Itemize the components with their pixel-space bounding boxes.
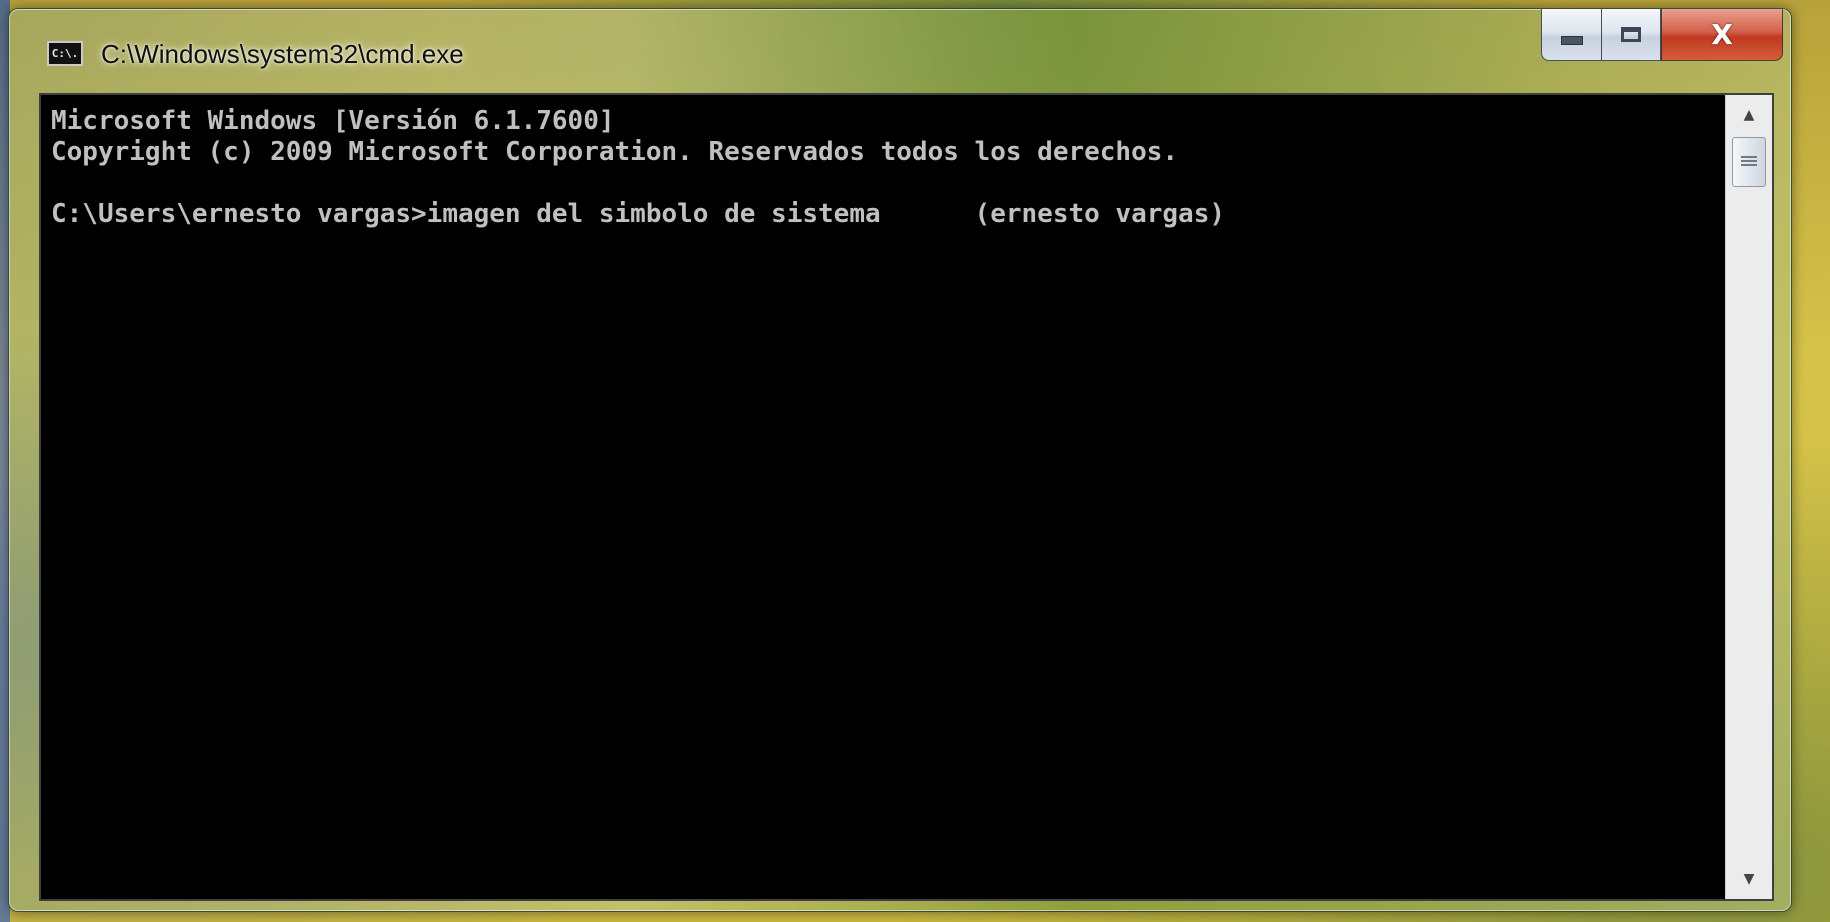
console-area[interactable]: Microsoft Windows [Versión 6.1.7600] Cop… xyxy=(39,93,1774,901)
vertical-scrollbar[interactable]: ▲ ▼ xyxy=(1725,95,1772,899)
scroll-up-icon: ▲ xyxy=(1743,107,1755,123)
scroll-down-button[interactable]: ▼ xyxy=(1726,859,1772,899)
scroll-thumb[interactable] xyxy=(1732,137,1766,187)
caption-buttons: X xyxy=(1541,9,1783,61)
scroll-up-button[interactable]: ▲ xyxy=(1726,95,1772,135)
title-bar[interactable]: C:\. C:\Windows\system32\cmd.exe X xyxy=(9,9,1791,87)
console-line: C:\Users\ernesto vargas>imagen del simbo… xyxy=(51,199,1225,229)
console-line: Copyright (c) 2009 Microsoft Corporation… xyxy=(51,137,1179,167)
window-title: C:\Windows\system32\cmd.exe xyxy=(101,39,464,69)
console-output[interactable]: Microsoft Windows [Versión 6.1.7600] Cop… xyxy=(41,95,1726,899)
cmd-icon[interactable]: C:\. xyxy=(47,41,83,66)
minimize-button[interactable] xyxy=(1541,9,1601,61)
maximize-icon xyxy=(1621,27,1641,42)
close-icon: X xyxy=(1711,17,1733,51)
close-button[interactable]: X xyxy=(1661,9,1783,61)
maximize-button[interactable] xyxy=(1601,9,1661,61)
grip-icon xyxy=(1741,156,1757,168)
minimize-icon xyxy=(1560,36,1583,45)
console-line: Microsoft Windows [Versión 6.1.7600] xyxy=(51,106,615,136)
scroll-down-icon: ▼ xyxy=(1743,871,1755,887)
cmd-window: C:\. C:\Windows\system32\cmd.exe X Micro… xyxy=(8,8,1792,912)
